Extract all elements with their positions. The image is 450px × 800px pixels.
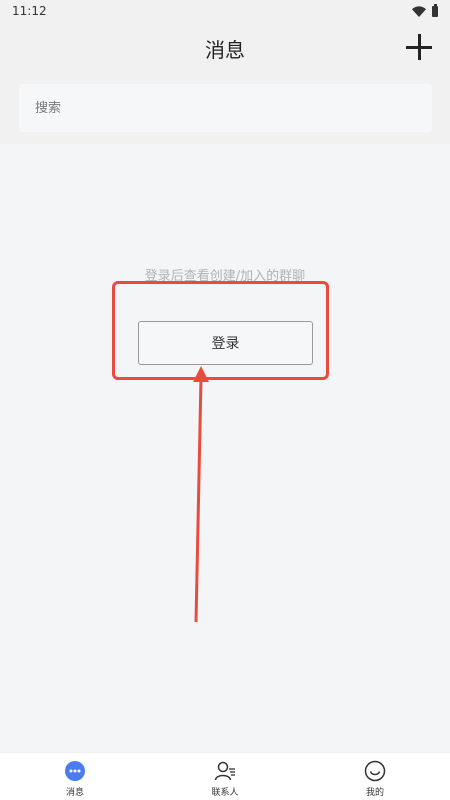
battery-icon: [432, 3, 438, 17]
chat-bubble-icon: [65, 760, 85, 781]
tab-mine[interactable]: 我的: [300, 753, 450, 800]
page-title: 消息: [205, 38, 245, 62]
tab-label: 消息: [65, 787, 84, 798]
tab-messages[interactable]: 消息: [0, 753, 150, 800]
annotation-highlight-box: [112, 281, 329, 380]
main-content: 登录后查看创建/加入的群聊 登录: [0, 144, 450, 752]
wifi-icon: [412, 5, 426, 17]
add-icon[interactable]: [406, 34, 432, 60]
header: 消息: [0, 22, 450, 74]
tab-bar: 消息 联系人 我的: [0, 752, 450, 800]
status-time: 11:12: [12, 4, 47, 18]
search-bar: [0, 74, 450, 144]
search-input[interactable]: [19, 84, 432, 132]
smiley-icon: [364, 760, 386, 781]
tab-contacts[interactable]: 联系人: [150, 753, 300, 800]
status-bar: 11:12: [0, 0, 450, 22]
tab-label: 我的: [365, 787, 384, 798]
contacts-icon: [214, 761, 235, 780]
status-icons: [412, 3, 438, 17]
tab-label: 联系人: [211, 787, 239, 798]
